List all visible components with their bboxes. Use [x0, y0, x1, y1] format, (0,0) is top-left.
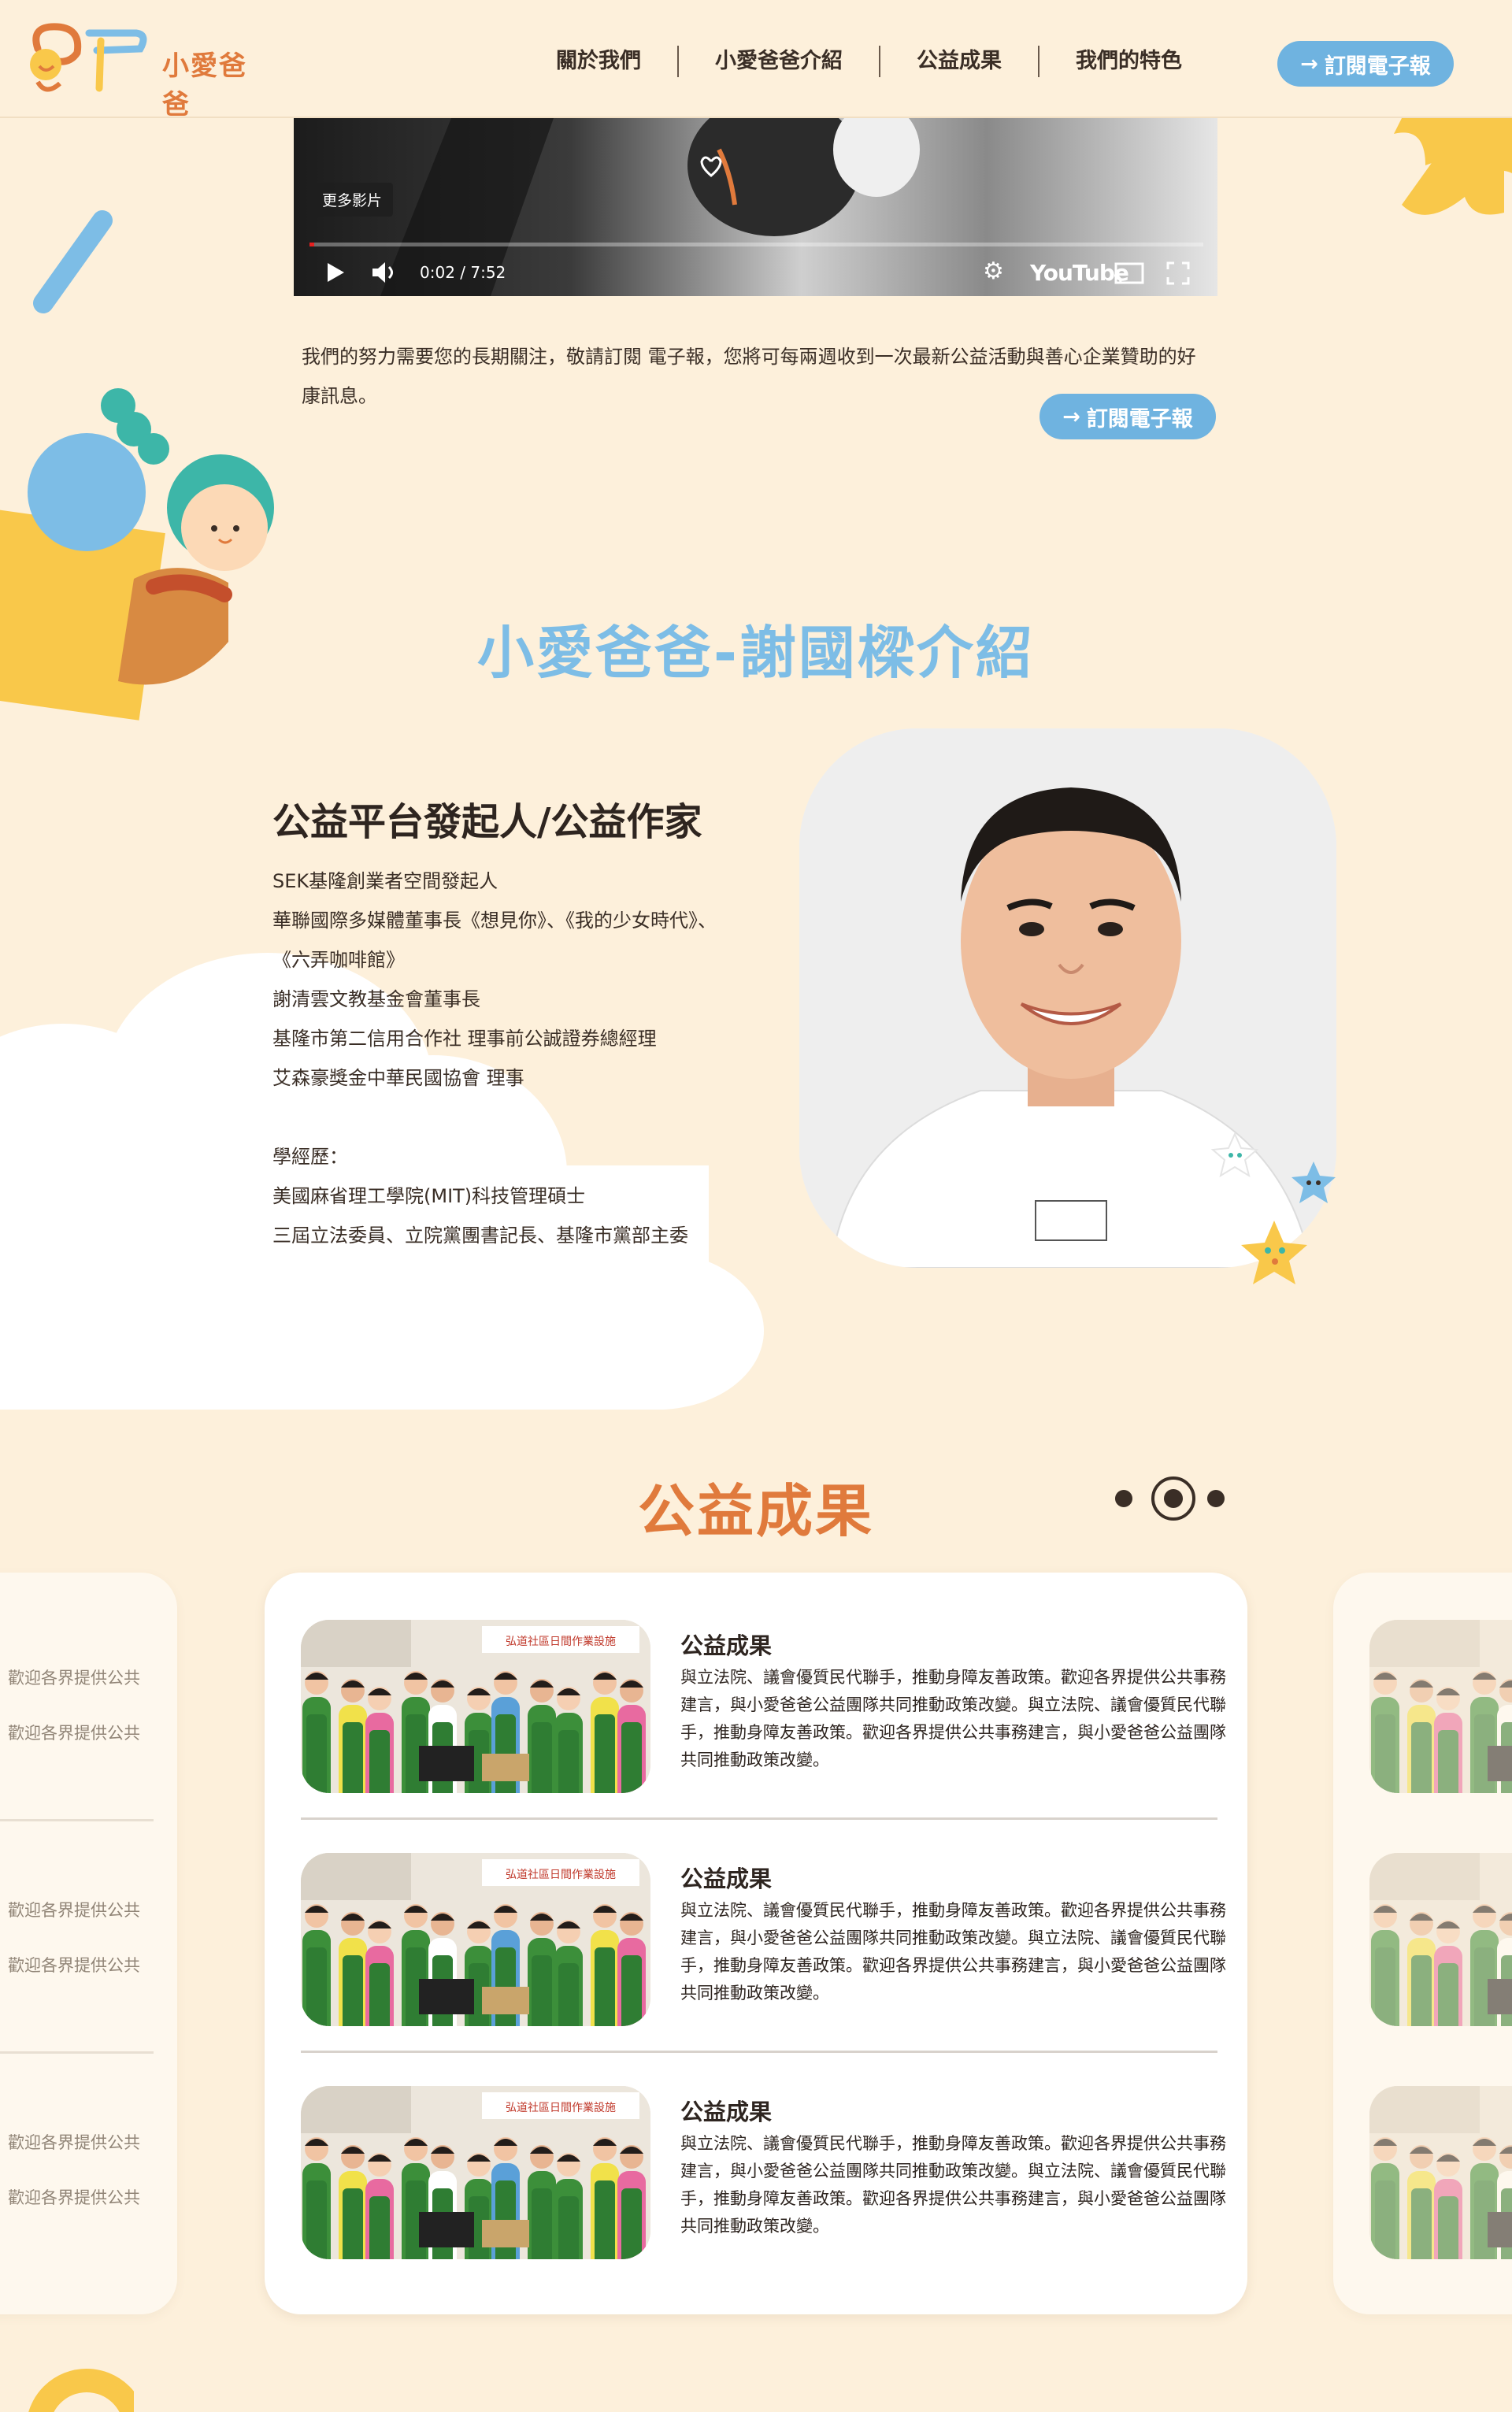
carousel-card-current: 弘道社區日間作業設施 公益成果 與立法院、議會優質民代聯手，推動身障友善政策。歡… [265, 1573, 1247, 2314]
video-progress-bar[interactable] [309, 243, 1203, 246]
profile-heading: 公益平台發起人/公益作家 [272, 800, 702, 844]
video-player[interactable]: 更多影片 0:02 / 7:52 ⚙ YouTube [294, 118, 1217, 296]
yellow-leaf-decor [1378, 118, 1512, 252]
carousel-dot-2-active[interactable] [1151, 1476, 1195, 1521]
carousel-dot-1[interactable] [1115, 1490, 1132, 1507]
side-snippet: 歡迎各界提供公共 [8, 2133, 140, 2152]
side-snippet: 歡迎各界提供公共 [8, 2188, 140, 2207]
result-photo: 弘道社區日間作業設施 [301, 2086, 650, 2259]
nav-introduction[interactable]: 小愛爸爸介紹 [679, 46, 880, 77]
logo-mark-icon [30, 23, 147, 92]
star-decor [1210, 1118, 1353, 1315]
profile-section-title: 小愛爸爸-謝國樑介紹 [477, 620, 1035, 686]
side-snippet: 歡迎各界提供公共 [8, 1669, 140, 1688]
profile-line: 艾森豪獎金中華民國協會 理事 [272, 1067, 524, 1089]
result-title: 公益成果 [680, 1632, 773, 1659]
nav-features[interactable]: 我們的特色 [1040, 46, 1218, 77]
result-description: 與立法院、議會優質民代聯手，推動身障友善政策。歡迎各界提供公共事務建言，與小愛爸… [680, 2134, 1226, 2236]
subscribe-label: 訂閱電子報 [1324, 54, 1431, 79]
blue-stroke-decor [24, 201, 118, 327]
svg-text:弘道社區日間作業設施: 弘道社區日間作業設施 [506, 1869, 616, 1881]
intro-subscribe-button[interactable]: → 訂閱電子報 [1040, 394, 1216, 439]
site-header: 小愛爸爸 關於我們 小愛爸爸介紹 公益成果 我們的特色 → 訂閱電子報 [0, 0, 1512, 120]
profile-line: 基隆市第二信用合作社 理事前公誠證券總經理 [272, 1028, 657, 1050]
result-description: 與立法院、議會優質民代聯手，推動身障友善政策。歡迎各界提供公共事務建言，與小愛爸… [680, 1668, 1226, 1769]
cast-icon[interactable] [1113, 261, 1144, 288]
carousel-dot-3[interactable] [1207, 1490, 1225, 1507]
result-description: 與立法院、議會優質民代聯手，推動身障友善政策。歡迎各界提供公共事務建言，與小愛爸… [680, 1901, 1226, 2003]
volume-icon[interactable] [371, 260, 399, 288]
result-photo: 弘道社區日間作業設施 [1369, 2086, 1512, 2259]
results-section-title: 公益成果 [637, 1478, 874, 1544]
play-icon[interactable] [325, 261, 346, 287]
logo-text: 小愛爸爸 [162, 50, 247, 120]
settings-gear-icon[interactable]: ⚙ [983, 260, 1004, 283]
subscribe-label: 訂閱電子報 [1086, 406, 1193, 432]
svg-text:弘道社區日間作業設施: 弘道社區日間作業設施 [506, 2102, 616, 2114]
side-snippet: 歡迎各界提供公共 [8, 1724, 140, 1743]
result-title: 公益成果 [680, 1866, 773, 1892]
carousel-card-prev[interactable]: 歡迎各界提供公共 歡迎各界提供公共 歡迎各界提供公共 歡迎各界提供公共 歡迎各界… [0, 1573, 177, 2314]
result-title: 公益成果 [680, 2099, 773, 2125]
fullscreen-icon[interactable] [1166, 261, 1190, 288]
result-item[interactable]: 弘道社區日間作業設施 公益成果 與立法院、議會優質民代聯手，推動身障友善政策。歡… [301, 1806, 1226, 2038]
video-time: 0:02 / 7:52 [420, 263, 506, 282]
profile-line: 華聯國際多媒體董事長《想見你》、《我的少女時代》、 [272, 910, 717, 932]
side-snippet: 歡迎各界提供公共 [8, 1901, 140, 1920]
header-subscribe-button[interactable]: → 訂閱電子報 [1277, 41, 1454, 87]
side-snippet: 歡迎各界提供公共 [8, 1956, 140, 1975]
arrow-right-icon: → [1062, 404, 1080, 429]
profile-bio: 公益平台發起人/公益作家 SEK基隆創業者空間發起人 華聯國際多媒體董事長《想見… [272, 791, 784, 1255]
education-label: 學經歷： [272, 1146, 348, 1168]
result-photo: 弘道社區日間作業設施 [301, 1853, 650, 2026]
more-videos-button[interactable]: 更多影片 [311, 183, 394, 217]
carousel-card-next[interactable]: 弘道社區日間作業設施 弘道社區日間作業設施 弘道社區日間作業設施 [1333, 1573, 1512, 2314]
video-progress-fill [309, 243, 314, 246]
svg-text:弘道社區日間作業設施: 弘道社區日間作業設施 [506, 1636, 616, 1648]
education-line: 三屆立法委員、立院黨團書記長、基隆市黨部主委 [272, 1225, 688, 1247]
girl-illustration [0, 382, 276, 760]
result-item[interactable]: 弘道社區日間作業設施 公益成果 與立法院、議會優質民代聯手，推動身障友善政策。歡… [301, 1573, 1226, 1805]
site-logo[interactable]: 小愛爸爸 [22, 17, 266, 120]
yellow-ring-decor [0, 2351, 145, 2412]
education-line: 美國麻省理工學院(MIT)科技管理碩士 [272, 1185, 586, 1207]
profile-line: SEK基隆創業者空間發起人 [272, 870, 498, 892]
nav-results[interactable]: 公益成果 [880, 46, 1040, 77]
nav-about[interactable]: 關於我們 [520, 46, 679, 77]
profile-line: 《六弄咖啡館》 [272, 949, 405, 971]
profile-line: 謝清雲文教基金會董事長 [272, 988, 480, 1010]
video-controls: 0:02 / 7:52 ⚙ YouTube [294, 247, 1217, 296]
main-nav: 關於我們 小愛爸爸介紹 公益成果 我們的特色 [520, 46, 1218, 77]
carousel-pagination [1110, 1476, 1236, 1521]
arrow-right-icon: → [1300, 51, 1318, 76]
result-photo: 弘道社區日間作業設施 [301, 1620, 650, 1793]
result-photo: 弘道社區日間作業設施 [1369, 1620, 1512, 1793]
result-item[interactable]: 弘道社區日間作業設施 公益成果 與立法院、議會優質民代聯手，推動身障友善政策。歡… [301, 2039, 1226, 2271]
result-photo: 弘道社區日間作業設施 [1369, 1853, 1512, 2026]
